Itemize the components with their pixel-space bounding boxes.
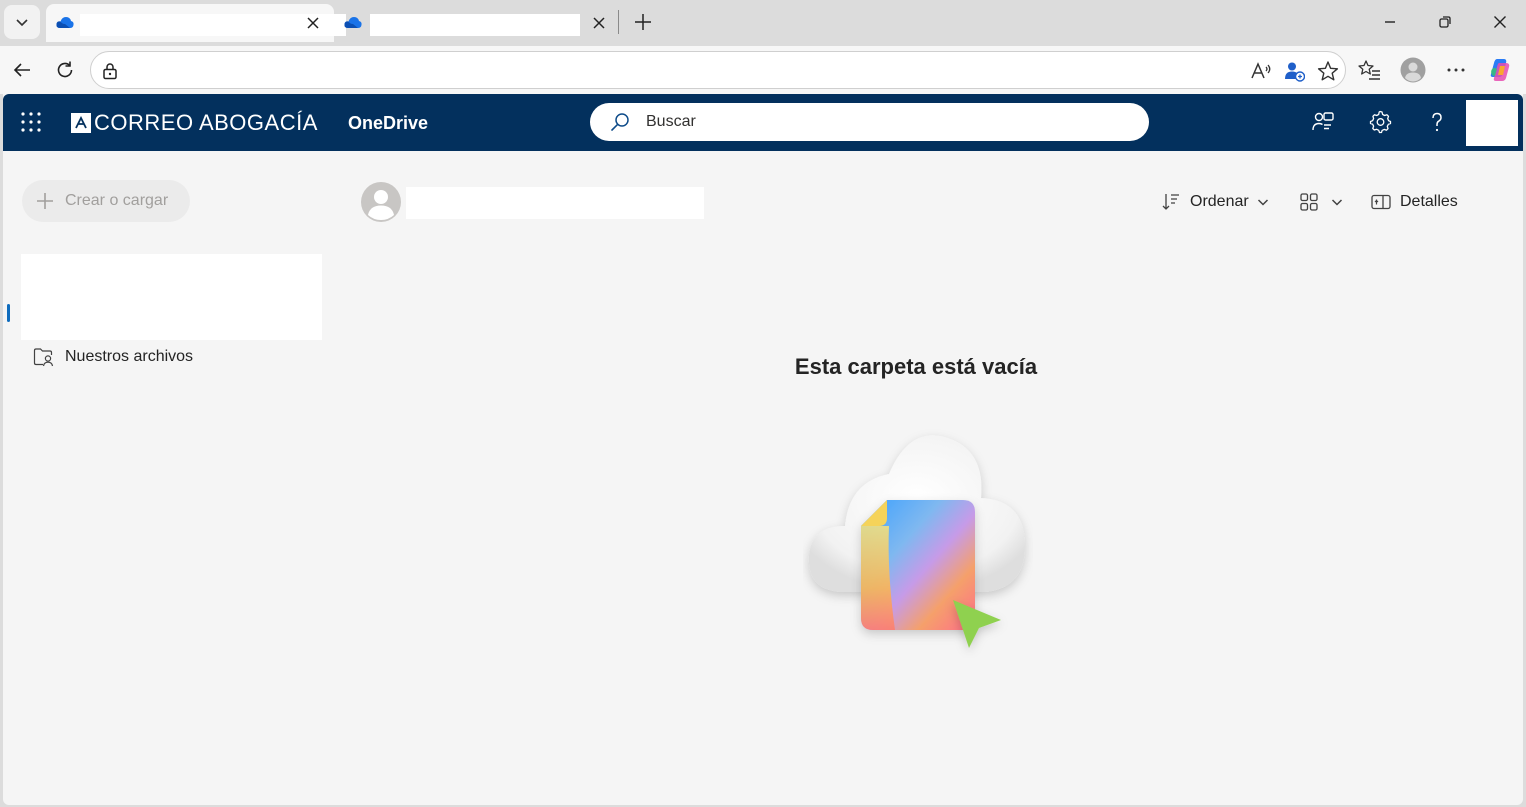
teams-chat-button[interactable]	[1310, 109, 1336, 135]
copilot-icon	[1490, 59, 1510, 81]
user-sync-icon	[1285, 62, 1305, 82]
restore-icon	[1439, 16, 1451, 28]
browser-tab[interactable]	[334, 4, 618, 42]
nav-current-item[interactable]	[21, 254, 322, 340]
sort-label: Ordenar	[1190, 193, 1249, 210]
account-manager-button[interactable]	[1466, 100, 1518, 146]
read-aloud-icon	[1251, 62, 1271, 79]
onedrive-app: CORREO ABOGACÍA OneDrive Crear o cargar …	[3, 94, 1523, 805]
gear-icon	[1369, 110, 1392, 134]
onedrive-icon	[56, 17, 74, 28]
profile-sync-button[interactable]	[1283, 60, 1305, 82]
chevron-down-icon	[16, 19, 28, 27]
app-name-link[interactable]: OneDrive	[348, 113, 428, 134]
create-or-upload-label: Crear o cargar	[65, 192, 169, 209]
help-button[interactable]	[1424, 109, 1450, 135]
star-icon	[1317, 61, 1339, 81]
favorite-button[interactable]	[1317, 60, 1339, 82]
search-box[interactable]	[590, 103, 1149, 141]
share-people-icon	[1312, 112, 1334, 131]
more-horizontal-icon	[1447, 68, 1465, 72]
tab-title	[370, 14, 580, 36]
settings-and-more-button[interactable]	[1443, 57, 1469, 83]
avatar-icon	[1400, 57, 1426, 83]
app-launcher-icon[interactable]	[19, 110, 43, 134]
tab-actions-button[interactable]	[4, 5, 40, 39]
create-or-upload-button[interactable]: Crear o cargar	[22, 180, 190, 222]
close-icon	[593, 17, 605, 29]
minimize-icon	[1385, 21, 1395, 23]
avatar	[361, 182, 401, 222]
empty-folder-title: Esta carpeta está vacía	[794, 354, 1038, 379]
copilot-button[interactable]	[1488, 57, 1514, 83]
browser-toolbar	[0, 46, 1526, 94]
browser-tab-active[interactable]	[46, 4, 346, 42]
details-pane-icon	[1371, 194, 1391, 210]
back-button[interactable]	[8, 56, 36, 84]
empty-folder-illustration	[808, 435, 1025, 648]
selected-indicator	[7, 304, 10, 322]
profile-button[interactable]	[1400, 57, 1426, 83]
search-input[interactable]	[646, 111, 1126, 133]
restore-button[interactable]	[1433, 10, 1457, 34]
arrow-left-icon	[13, 63, 30, 77]
settings-button[interactable]	[1367, 109, 1393, 135]
chevron-down-icon	[1331, 199, 1343, 206]
refresh-icon	[57, 61, 73, 78]
grid-view-icon	[1300, 193, 1318, 211]
favorites-button[interactable]	[1357, 57, 1383, 83]
search-icon	[611, 113, 629, 131]
brand-text: CORREO ABOGACÍA	[94, 110, 318, 135]
sort-button[interactable]: Ordenar	[1161, 190, 1269, 214]
tab-separator	[618, 10, 619, 34]
help-icon	[1432, 112, 1442, 132]
address-bar[interactable]	[90, 51, 1346, 89]
close-icon	[1494, 16, 1506, 28]
chevron-down-icon	[1257, 199, 1268, 206]
new-tab-button[interactable]	[630, 9, 656, 35]
favorites-list-icon	[1358, 60, 1380, 80]
sort-icon	[1162, 194, 1179, 210]
brand-logo[interactable]: CORREO ABOGACÍA	[71, 109, 318, 137]
read-aloud-button[interactable]	[1250, 60, 1272, 82]
refresh-button[interactable]	[51, 56, 79, 84]
onedrive-icon	[344, 17, 362, 28]
plus-icon	[635, 14, 651, 30]
browser-tab-strip	[0, 0, 1526, 46]
details-pane-button[interactable]: Detalles	[1370, 190, 1458, 214]
brand-mark-icon	[71, 113, 91, 133]
close-icon	[307, 17, 319, 29]
close-window-button[interactable]	[1488, 10, 1512, 34]
minimize-button[interactable]	[1378, 10, 1402, 34]
close-tab-button[interactable]	[590, 14, 608, 32]
close-tab-button[interactable]	[304, 14, 322, 32]
plus-icon	[37, 193, 53, 209]
details-label: Detalles	[1400, 193, 1458, 210]
suite-header: CORREO ABOGACÍA OneDrive	[3, 94, 1523, 151]
lock-icon[interactable]	[100, 61, 120, 81]
view-options-button[interactable]	[1299, 190, 1343, 214]
breadcrumb	[406, 187, 704, 219]
